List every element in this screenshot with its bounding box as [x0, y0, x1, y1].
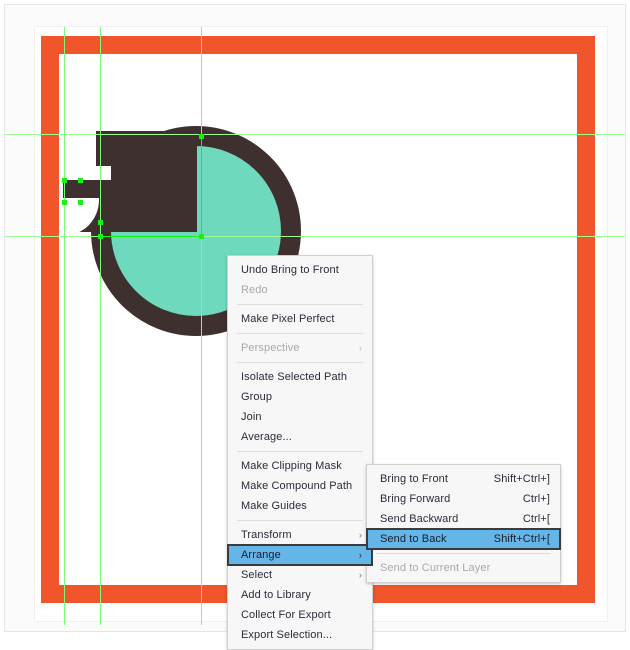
arrange-submenu-item-send-backward[interactable]: Send Backward Ctrl+[ — [367, 509, 560, 529]
menu-item-label: Average... — [241, 431, 292, 443]
context-menu-separator — [237, 520, 363, 521]
context-menu-item-join[interactable]: Join — [228, 407, 372, 427]
menu-item-label: Make Clipping Mask — [241, 460, 342, 472]
anchor-point[interactable] — [199, 234, 204, 239]
context-menu-item-make-pixel-perfect[interactable]: Make Pixel Perfect — [228, 309, 372, 329]
context-menu-separator — [237, 304, 363, 305]
anchor-point[interactable] — [62, 178, 67, 183]
menu-item-label: Send to Current Layer — [380, 562, 491, 574]
kettle-spout-notch — [63, 166, 111, 180]
menu-item-label: Group — [241, 391, 273, 403]
context-menu-item-make-clipping-mask[interactable]: Make Clipping Mask — [228, 456, 372, 476]
menu-item-shortcut: Ctrl+] — [522, 493, 550, 505]
anchor-point[interactable] — [199, 134, 204, 139]
context-menu-item-perspective: Perspective › — [228, 338, 372, 358]
guide-vertical-1 — [64, 27, 65, 625]
context-menu-item-export-selection[interactable]: Export Selection... — [228, 625, 372, 645]
canvas-context-menu[interactable]: Undo Bring to Front Redo Make Pixel Perfec… — [227, 255, 373, 650]
arrange-submenu-item-bring-to-front[interactable]: Bring to Front Shift+Ctrl+] — [367, 469, 560, 489]
menu-item-label: Select — [241, 569, 273, 581]
context-menu-separator — [237, 451, 363, 452]
context-menu-item-collect-for-export[interactable]: Collect For Export — [228, 605, 372, 625]
context-menu-item-arrange[interactable]: Arrange › — [227, 544, 373, 566]
anchor-point[interactable] — [98, 234, 103, 239]
menu-item-label: Make Compound Path — [241, 480, 353, 492]
menu-item-label: Transform — [241, 529, 292, 541]
context-menu-item-group[interactable]: Group — [228, 387, 372, 407]
context-menu-item-undo-bring-to-front[interactable]: Undo Bring to Front — [228, 260, 372, 280]
menu-item-label: Export Selection... — [241, 629, 333, 641]
context-menu-separator — [237, 333, 363, 334]
chevron-right-icon: › — [358, 343, 362, 353]
menu-item-label: Make Guides — [241, 500, 307, 512]
chevron-right-icon: › — [358, 530, 362, 540]
context-menu-item-average[interactable]: Average... — [228, 427, 372, 447]
menu-item-label: Isolate Selected Path — [241, 371, 348, 383]
menu-item-label: Collect For Export — [241, 609, 331, 621]
arrange-submenu[interactable]: Bring to Front Shift+Ctrl+] Bring Forward C… — [366, 464, 561, 583]
context-menu-item-redo: Redo — [228, 280, 372, 300]
path-segment-vertical — [201, 136, 202, 236]
menu-item-label: Bring Forward — [380, 493, 451, 505]
context-menu-item-add-to-library[interactable]: Add to Library — [228, 585, 372, 605]
menu-item-label: Add to Library — [241, 589, 311, 601]
menu-item-label: Undo Bring to Front — [241, 264, 339, 276]
context-menu-separator — [237, 362, 363, 363]
menu-item-label: Send to Back — [380, 533, 447, 545]
context-menu-item-select[interactable]: Select › — [228, 565, 372, 585]
anchor-point[interactable] — [62, 200, 67, 205]
application-window: Undo Bring to Front Redo Make Pixel Perfec… — [0, 0, 630, 650]
arrange-submenu-item-send-to-current-layer: Send to Current Layer — [367, 558, 560, 578]
context-menu-item-transform[interactable]: Transform › — [228, 525, 372, 545]
arrange-submenu-item-bring-forward[interactable]: Bring Forward Ctrl+] — [367, 489, 560, 509]
guide-vertical-2 — [100, 27, 101, 625]
menu-item-label: Perspective — [241, 342, 300, 354]
menu-item-label: Bring to Front — [380, 473, 449, 485]
menu-item-label: Make Pixel Perfect — [241, 313, 335, 325]
menu-item-label: Join — [241, 411, 262, 423]
menu-item-shortcut: Shift+Ctrl+] — [493, 473, 550, 485]
arrange-submenu-separator — [376, 553, 551, 554]
menu-item-label: Send Backward — [380, 513, 459, 525]
context-menu-item-isolate-selected-path[interactable]: Isolate Selected Path — [228, 367, 372, 387]
anchor-point[interactable] — [78, 178, 83, 183]
document-page-frame: Undo Bring to Front Redo Make Pixel Perfec… — [4, 4, 626, 650]
guide-vertical-3 — [201, 27, 202, 625]
anchor-point[interactable] — [78, 200, 83, 205]
menu-item-shortcut: Shift+Ctrl+[ — [493, 533, 550, 545]
chevron-right-icon: › — [358, 550, 362, 560]
arrange-submenu-item-send-to-back[interactable]: Send to Back Shift+Ctrl+[ — [366, 528, 561, 550]
menu-item-label: Redo — [241, 284, 268, 296]
guide-horizontal-1 — [5, 134, 625, 135]
context-menu-item-make-compound-path[interactable]: Make Compound Path — [228, 476, 372, 496]
anchor-point[interactable] — [98, 220, 103, 225]
menu-item-label: Arrange — [241, 549, 281, 561]
menu-item-shortcut: Ctrl+[ — [522, 513, 550, 525]
context-menu-item-make-guides[interactable]: Make Guides — [228, 496, 372, 516]
path-segment-horizontal — [100, 236, 202, 237]
chevron-right-icon: › — [358, 570, 362, 580]
